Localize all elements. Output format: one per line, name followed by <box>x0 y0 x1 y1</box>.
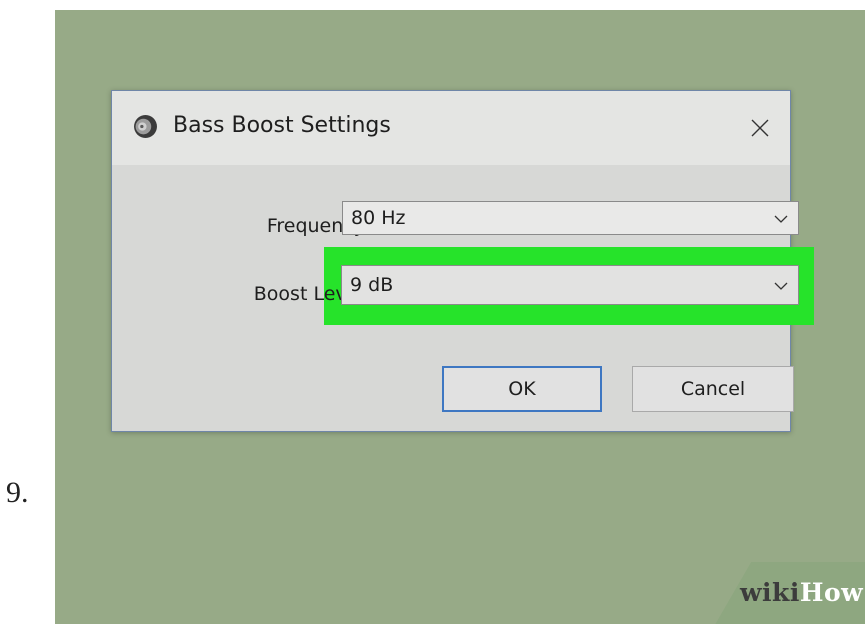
wikihow-watermark: wikiHow <box>740 578 863 607</box>
frequency-value: 80 Hz <box>351 207 406 229</box>
close-icon <box>751 119 769 137</box>
watermark-how: How <box>799 578 864 607</box>
dialog-titlebar[interactable]: Bass Boost Settings <box>112 91 790 165</box>
cancel-button[interactable]: Cancel <box>632 366 794 412</box>
boost-level-dropdown[interactable]: 9 dB <box>341 265 799 305</box>
watermark-wiki: wiki <box>740 578 800 607</box>
bass-boost-dialog: Bass Boost Settings Frequency: 80 Hz Boo… <box>111 90 814 432</box>
ok-button[interactable]: OK <box>442 366 602 412</box>
dialog-title: Bass Boost Settings <box>173 113 391 138</box>
chevron-down-icon <box>774 282 788 290</box>
step-number: 9. <box>6 476 29 509</box>
chevron-down-icon <box>774 215 788 223</box>
screenshot-frame: Bass Boost Settings Frequency: 80 Hz Boo… <box>55 10 865 624</box>
close-button[interactable] <box>730 91 790 165</box>
speaker-icon <box>134 115 157 138</box>
boost-level-value: 9 dB <box>350 274 394 296</box>
frequency-dropdown[interactable]: 80 Hz <box>342 201 799 235</box>
